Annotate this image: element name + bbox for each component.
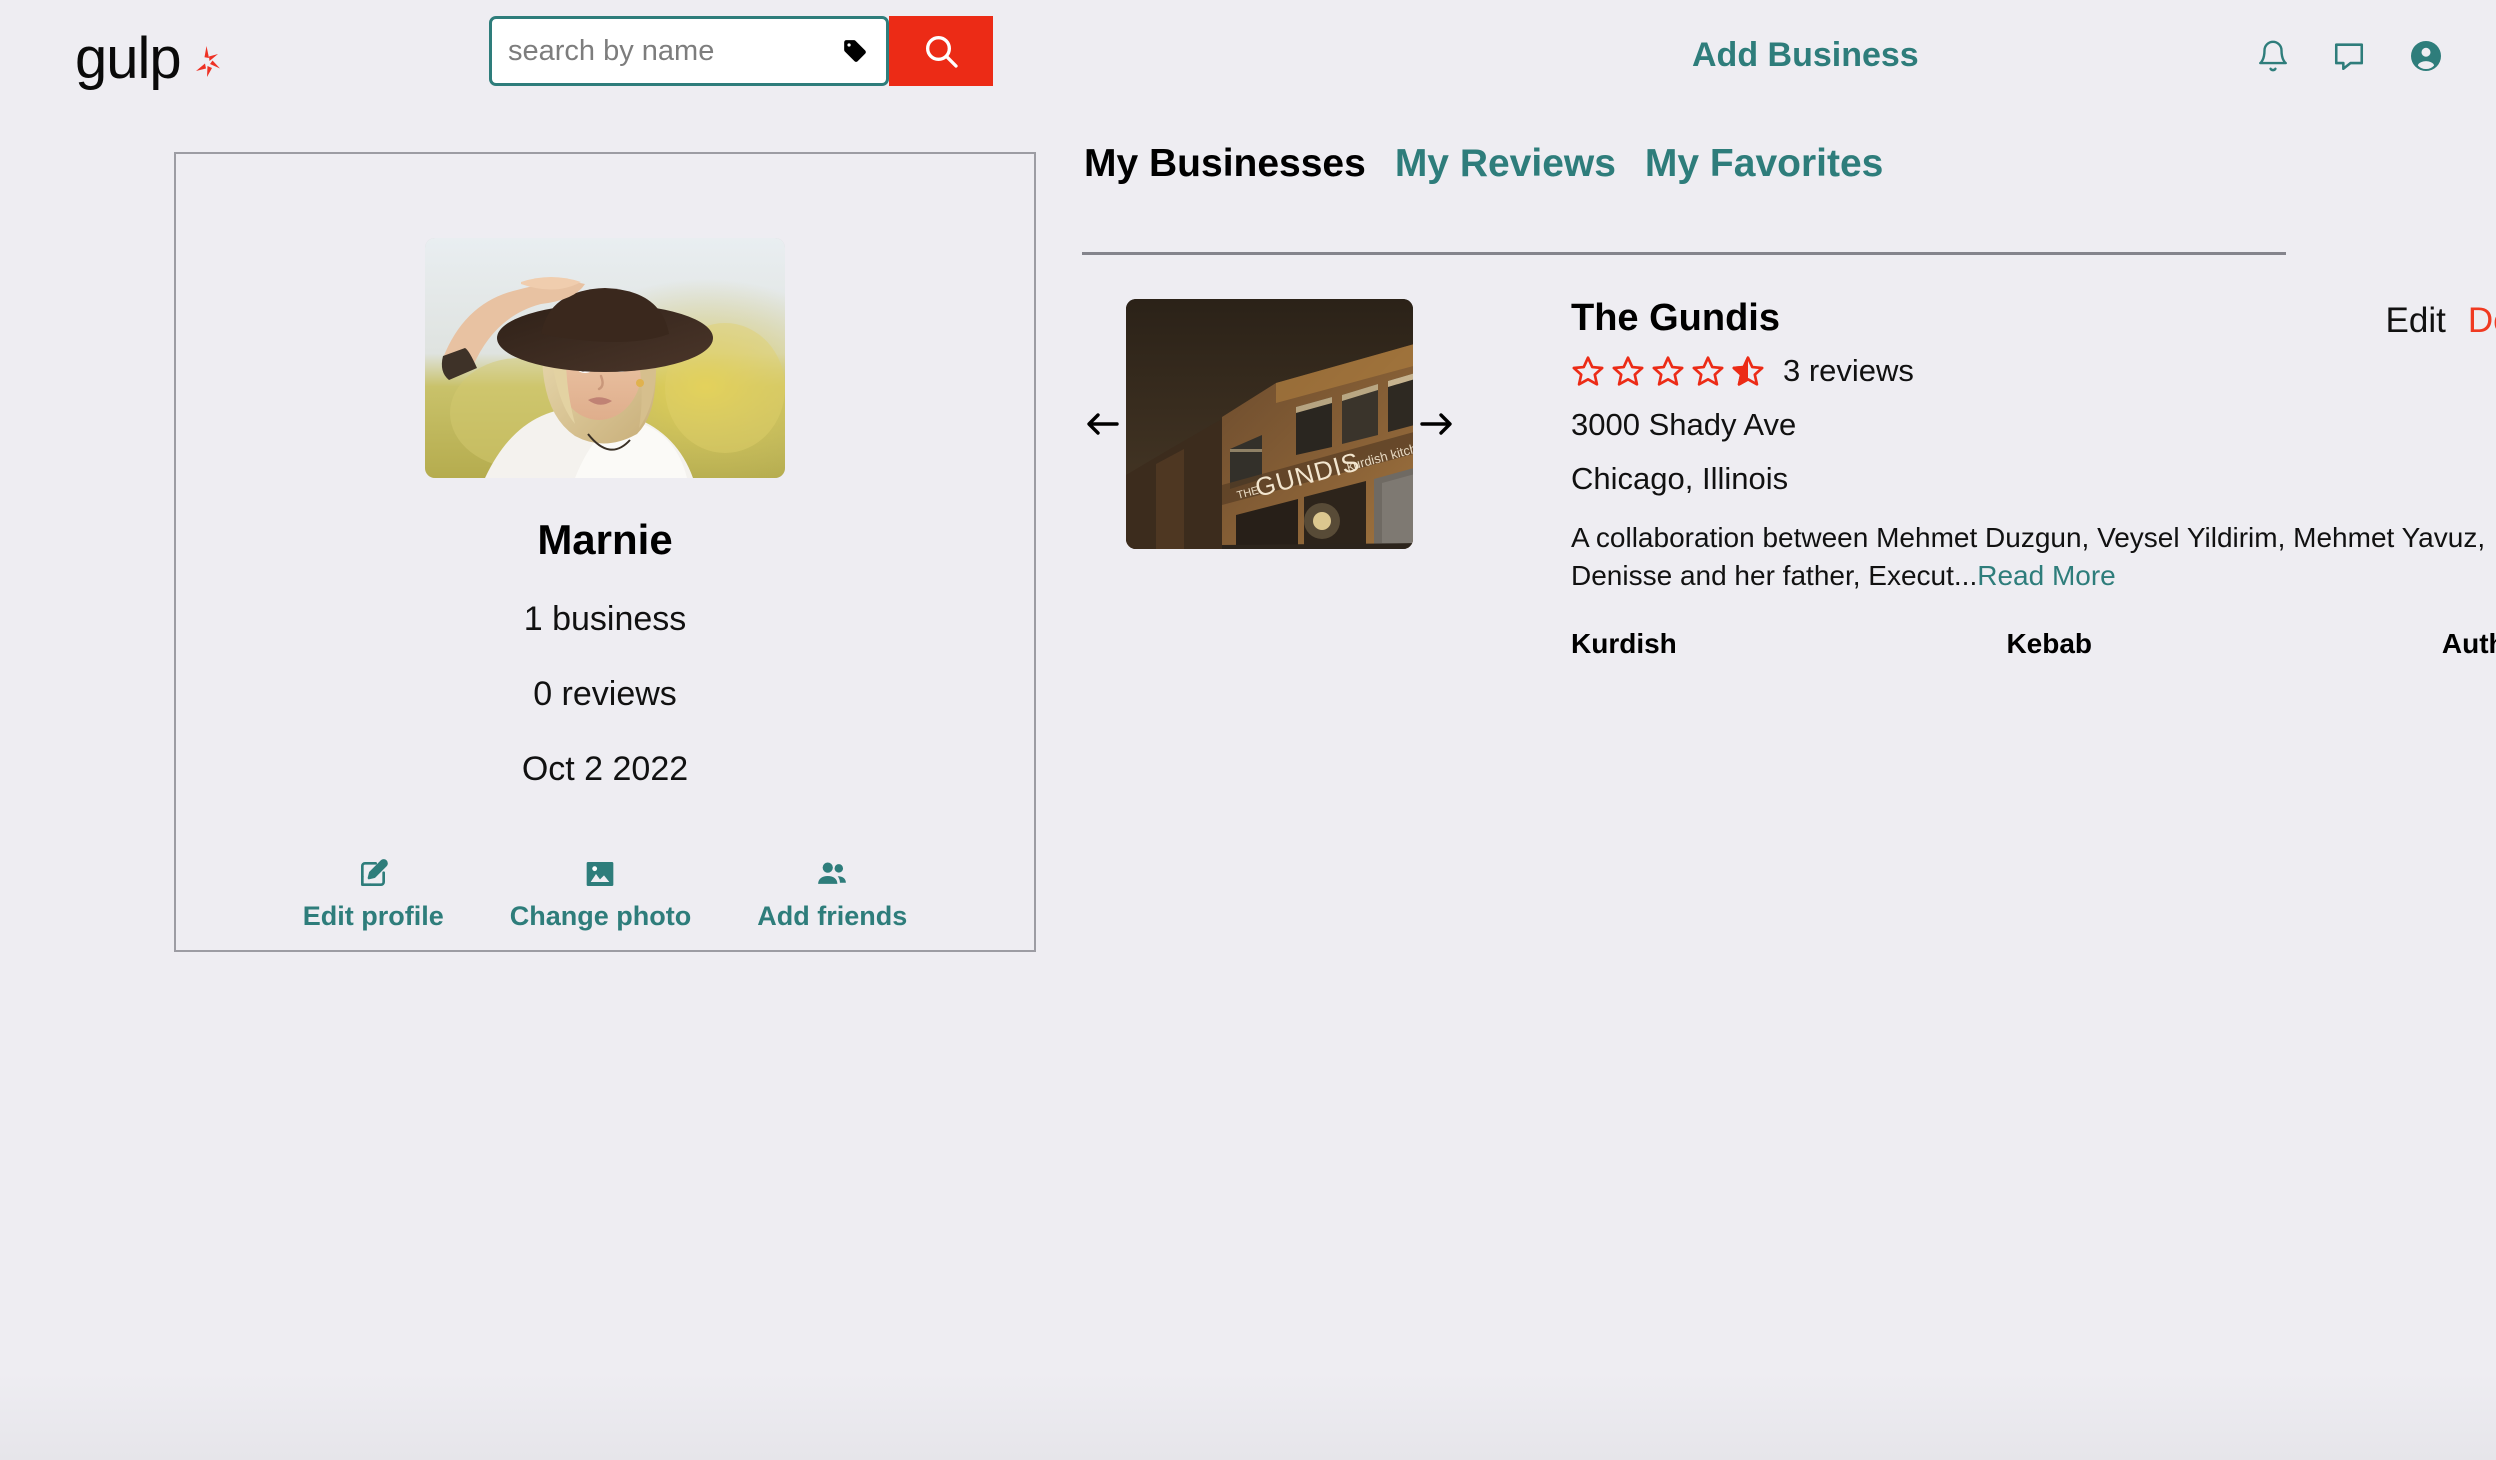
- logo-text: gulp: [75, 26, 182, 91]
- star-half-icon: [1732, 356, 1764, 386]
- logo[interactable]: gulp: [75, 30, 225, 88]
- people-icon: [815, 857, 849, 891]
- tab-my-favorites[interactable]: My Favorites: [1645, 142, 1883, 186]
- section-divider: [1082, 252, 2286, 255]
- rating-row: 3 reviews: [1571, 353, 2496, 389]
- page-content: Marnie 1 business 0 reviews Oct 2 2022 E…: [0, 118, 2496, 1460]
- star-empty-icon: [1692, 356, 1724, 386]
- business-tags: Kurdish Kebab Authentic: [1571, 628, 2496, 660]
- change-photo-button[interactable]: Change photo: [510, 857, 691, 932]
- add-business-button[interactable]: Add Business: [1692, 36, 1919, 75]
- business-address: 3000 Shady Ave: [1571, 406, 1797, 442]
- tab-bar: My Businesses My Reviews My Favorites: [1082, 142, 2287, 186]
- business-action-group: Edit Delete: [2386, 301, 2496, 341]
- profile-name: Marnie: [537, 516, 673, 563]
- account-circle-icon[interactable]: [2408, 38, 2444, 74]
- business-city-state: Chicago, Illinois: [1571, 460, 1789, 496]
- star-empty-icon: [1652, 356, 1684, 386]
- read-more-link[interactable]: Read More: [1977, 560, 2116, 591]
- business-tag[interactable]: Kurdish: [1571, 628, 2006, 660]
- tab-my-businesses[interactable]: My Businesses: [1084, 142, 1366, 186]
- yelp-burst-icon: [187, 44, 225, 82]
- bell-icon[interactable]: [2256, 39, 2290, 73]
- tag-icon[interactable]: [842, 38, 868, 64]
- business-photo-carousel: THE GUNDIS kurdish kitchen: [1082, 299, 1457, 549]
- profile-business-count: 1 business: [523, 600, 687, 638]
- my-content-panel: My Businesses My Reviews My Favorites TH…: [1082, 142, 2496, 660]
- business-photo[interactable]: THE GUNDIS kurdish kitchen: [1125, 299, 1414, 549]
- add-friends-label: Add friends: [757, 901, 908, 931]
- edit-profile-label: Edit profile: [302, 901, 444, 931]
- delete-business-button[interactable]: Delete: [2468, 301, 2496, 341]
- header-icon-group: [2256, 38, 2444, 74]
- search-button[interactable]: [889, 16, 993, 86]
- edit-profile-button[interactable]: Edit profile: [303, 857, 444, 932]
- edit-square-icon: [357, 857, 389, 891]
- profile-card: Marnie 1 business 0 reviews Oct 2 2022 E…: [174, 152, 1036, 952]
- chat-icon[interactable]: [2332, 39, 2366, 73]
- arrow-left-icon[interactable]: [1082, 409, 1122, 439]
- image-icon: [584, 857, 616, 891]
- arrow-right-icon[interactable]: [1417, 409, 1457, 439]
- profile-actions: Edit profile Change photo Add friends: [303, 857, 907, 932]
- app-header: gulp search by name Add Business: [0, 0, 2496, 118]
- star-rating: [1571, 354, 1765, 388]
- edit-business-button[interactable]: Edit: [2386, 301, 2446, 341]
- profile-review-count: 0 reviews: [533, 675, 677, 713]
- business-tag[interactable]: Kebab: [2006, 628, 2441, 660]
- change-photo-label: Change photo: [509, 901, 692, 931]
- business-name[interactable]: The Gundis: [1571, 298, 2496, 339]
- business-list-item: THE GUNDIS kurdish kitchen Edit D The Gu…: [1082, 298, 2496, 660]
- search-input[interactable]: [492, 19, 832, 83]
- review-count: 3 reviews: [1783, 352, 1914, 388]
- star-empty-icon: [1612, 356, 1644, 386]
- star-empty-icon: [1572, 356, 1604, 386]
- search-box[interactable]: [489, 16, 889, 86]
- add-friends-button[interactable]: Add friends: [757, 857, 907, 932]
- business-tag[interactable]: Authentic: [2442, 628, 2496, 660]
- business-description: A collaboration between Mehmet Duzgun, V…: [1571, 519, 2496, 596]
- search-bar: [489, 16, 993, 86]
- tab-my-reviews[interactable]: My Reviews: [1395, 142, 1616, 186]
- avatar: [425, 238, 785, 478]
- business-details: Edit Delete The Gundis: [1571, 298, 2496, 660]
- profile-joined-date: Oct 2 2022: [521, 750, 689, 788]
